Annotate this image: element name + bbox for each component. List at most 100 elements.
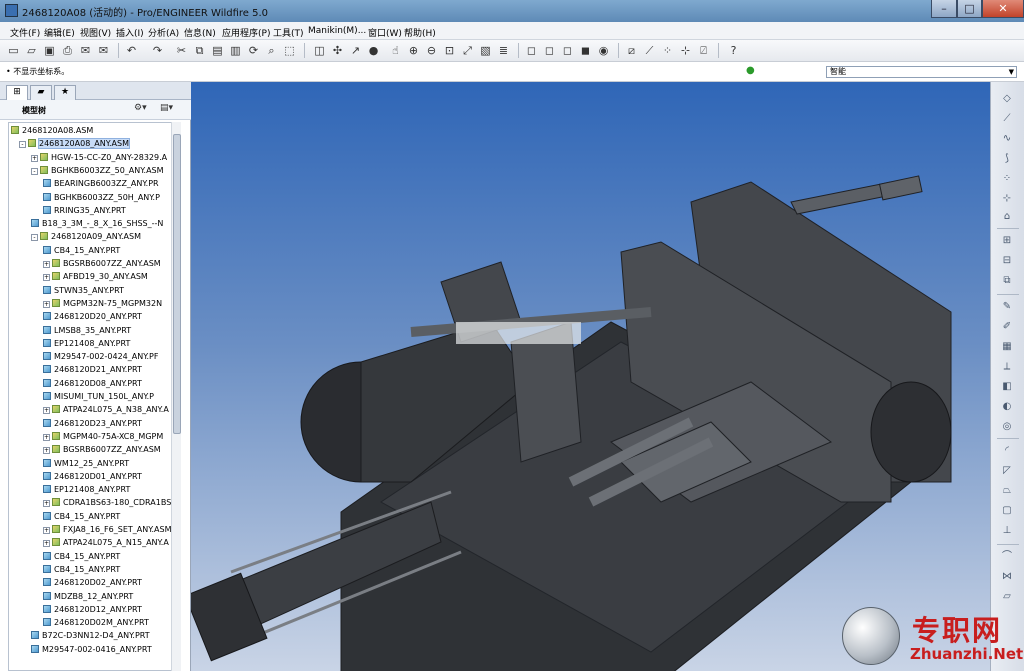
- menu-info[interactable]: 信息(N): [184, 26, 216, 39]
- tree-node[interactable]: + BGSRB6007ZZ_ANY.ASM: [43, 258, 161, 270]
- expand-icon[interactable]: +: [43, 540, 50, 548]
- mirror-icon[interactable]: ⟂: [999, 360, 1015, 374]
- chamfer-icon[interactable]: ◸: [999, 464, 1015, 478]
- sweep-icon[interactable]: ⌒: [999, 550, 1015, 564]
- copy-icon[interactable]: ⧉: [192, 43, 207, 58]
- datum-planes-toggle-icon[interactable]: ⧄: [624, 43, 639, 58]
- tab-folder-browser[interactable]: ▰: [30, 85, 52, 100]
- tree-node[interactable]: 2468120D20_ANY.PRT: [43, 311, 142, 323]
- tree-node[interactable]: STWN35_ANY.PRT: [43, 285, 124, 297]
- select-box-icon[interactable]: ⬚: [282, 43, 297, 58]
- hidden-line-icon[interactable]: ◻: [542, 43, 557, 58]
- context-help-icon[interactable]: ?: [726, 43, 741, 58]
- menu-edit[interactable]: 编辑(E): [44, 26, 75, 39]
- menu-insert[interactable]: 插入(I): [116, 26, 144, 39]
- tree-node[interactable]: + MGPM40-75A-XC8_MGPM: [43, 431, 163, 443]
- enhanced-realism-icon[interactable]: ◉: [596, 43, 611, 58]
- tree-node[interactable]: - 2468120A09_ANY.ASM: [31, 231, 141, 243]
- tree-scrollbar-thumb[interactable]: [173, 134, 181, 434]
- expand-icon[interactable]: +: [43, 447, 50, 455]
- boundary-blend-icon[interactable]: ▱: [999, 590, 1015, 604]
- pattern-icon[interactable]: ▦: [999, 340, 1015, 354]
- menu-manikin[interactable]: Manikin(M)...: [308, 26, 366, 36]
- rib-icon[interactable]: ⊥: [999, 524, 1015, 538]
- datum-plane-icon[interactable]: ◫: [312, 43, 327, 58]
- saved-views-icon[interactable]: ▧: [478, 43, 493, 58]
- no-hidden-icon[interactable]: ◻: [560, 43, 575, 58]
- expand-icon[interactable]: +: [43, 261, 50, 268]
- draft-icon[interactable]: ⏢: [999, 484, 1015, 498]
- tree-node[interactable]: EP121408_ANY.PRT: [43, 484, 130, 496]
- tree-node[interactable]: M29547-002-0416_ANY.PRT: [31, 644, 152, 656]
- datum-plane-tool-icon[interactable]: ◇: [999, 92, 1015, 106]
- coord-sys-tool-icon[interactable]: ⊹: [999, 192, 1015, 206]
- email-link-icon[interactable]: ✉: [96, 43, 111, 58]
- menu-analysis[interactable]: 分析(A): [148, 26, 179, 39]
- collapse-icon[interactable]: -: [19, 141, 26, 149]
- shading-icon[interactable]: ◼: [578, 43, 593, 58]
- tree-node[interactable]: EP121408_ANY.PRT: [43, 338, 130, 350]
- selection-filter-dropdown[interactable]: 智能 ▼: [826, 66, 1017, 78]
- annotation-toggle-icon[interactable]: ⍁: [696, 43, 711, 58]
- redo-icon[interactable]: ↷: [150, 43, 165, 58]
- find-icon[interactable]: ⌕: [264, 43, 279, 58]
- blend-icon[interactable]: ⋈: [999, 570, 1015, 584]
- orient-mode-icon[interactable]: ↗: [348, 43, 363, 58]
- print-icon[interactable]: ⎙: [60, 43, 75, 58]
- tree-node[interactable]: - BGHKB6003ZZ_50_ANY.ASM: [31, 165, 164, 177]
- cut-icon[interactable]: ✂: [174, 43, 189, 58]
- analysis-tool-icon[interactable]: ⌂: [999, 210, 1015, 224]
- create-component-icon[interactable]: ⊟: [999, 254, 1015, 268]
- tree-node[interactable]: LMSB8_35_ANY.PRT: [43, 325, 131, 337]
- tree-node[interactable]: RRING35_ANY.PRT: [43, 205, 126, 217]
- tree-node[interactable]: 2468120D23_ANY.PRT: [43, 418, 142, 430]
- datum-points-toggle-icon[interactable]: ⁘: [660, 43, 675, 58]
- tree-settings-icon[interactable]: ⚙▾: [134, 103, 152, 117]
- tree-node[interactable]: 2468120A08.ASM: [11, 125, 93, 137]
- save-icon[interactable]: ▣: [42, 43, 57, 58]
- tree-node[interactable]: 2468120D12_ANY.PRT: [43, 604, 142, 616]
- expand-icon[interactable]: +: [43, 407, 50, 415]
- tree-node[interactable]: CB4_15_ANY.PRT: [43, 245, 120, 257]
- tree-node[interactable]: MISUMI_TUN_150L_ANY.P: [43, 391, 154, 403]
- tree-node[interactable]: + MGPM32N-75_MGPM32N: [43, 298, 162, 310]
- tree-columns-icon[interactable]: ▤▾: [160, 103, 178, 117]
- menu-window[interactable]: 窗口(W): [368, 26, 402, 39]
- tree-node[interactable]: + ATPA24L075_A_N15_ANY.A: [43, 537, 169, 549]
- revolve-icon[interactable]: ◐: [999, 400, 1015, 414]
- close-button[interactable]: ✕: [982, 0, 1024, 18]
- paste-special-icon[interactable]: ▥: [228, 43, 243, 58]
- tree-node[interactable]: B18_3_3M_-_8_X_16_SHSS_--N: [31, 218, 163, 230]
- collapse-icon[interactable]: -: [31, 167, 38, 175]
- graphics-window[interactable]: [191, 82, 990, 671]
- reorient-icon[interactable]: ⤢: [460, 43, 475, 58]
- datum-axes-toggle-icon[interactable]: ⟋: [642, 43, 657, 58]
- tree-scrollbar[interactable]: [171, 122, 181, 671]
- tree-node[interactable]: B72C-D3NN12-D4_ANY.PRT: [31, 630, 150, 642]
- tree-node[interactable]: - 2468120A08_ANY.ASM: [19, 138, 130, 150]
- menu-file[interactable]: 文件(F): [10, 26, 40, 39]
- tree-node[interactable]: 2468120D21_ANY.PRT: [43, 364, 142, 376]
- layers-icon[interactable]: ≣: [496, 43, 511, 58]
- datum-point-tool-icon[interactable]: ⁘: [999, 172, 1015, 186]
- appearance-icon[interactable]: ●: [366, 43, 381, 58]
- datum-curve-tool-icon[interactable]: ⟆: [999, 152, 1015, 166]
- shell-icon[interactable]: ▢: [999, 504, 1015, 518]
- menu-tools[interactable]: 工具(T): [273, 26, 304, 39]
- spin-center-icon[interactable]: ✣: [330, 43, 345, 58]
- pan-hand-icon[interactable]: ☝: [388, 43, 403, 58]
- tree-node[interactable]: + FXJA8_16_F6_SET_ANY.ASM: [43, 524, 171, 536]
- tree-node[interactable]: M29547-002-0424_ANY.PF: [43, 351, 158, 363]
- tree-node[interactable]: MDZB8_12_ANY.PRT: [43, 591, 133, 603]
- tree-node[interactable]: + CDRA1BS63-180_CDRA1BS: [43, 497, 171, 509]
- coordinate-systems-toggle-icon[interactable]: ⊹: [678, 43, 693, 58]
- email-icon[interactable]: ✉: [78, 43, 93, 58]
- expand-icon[interactable]: +: [43, 274, 50, 282]
- menu-applications[interactable]: 应用程序(P): [222, 26, 270, 39]
- paste-icon[interactable]: ▤: [210, 43, 225, 58]
- repeat-component-icon[interactable]: ⧉: [999, 274, 1015, 288]
- tree-node[interactable]: + BGSRB6007ZZ_ANY.ASM: [43, 444, 161, 456]
- tree-node[interactable]: CB4_15_ANY.PRT: [43, 511, 120, 523]
- tab-model-tree[interactable]: ⊞: [6, 85, 28, 101]
- datum-axis-tool-icon[interactable]: ⟋: [999, 112, 1015, 126]
